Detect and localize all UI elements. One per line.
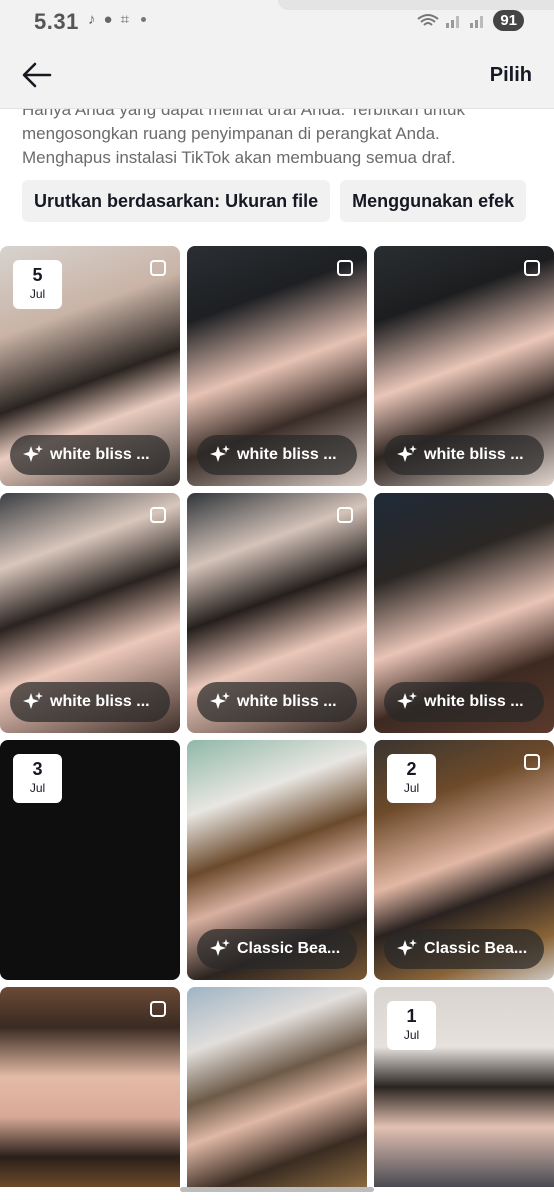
draft-tile[interactable]: 1 Jul [374,987,554,1187]
date-day: 1 [406,1006,417,1026]
date-month: Jul [29,287,46,301]
date-day: 5 [32,265,43,285]
sparkle-icon [397,445,417,462]
sparkle-icon [23,445,43,462]
filter-chips: Urutkan berdasarkan: Ukuran file Menggun… [22,180,527,222]
effect-pill: white bliss ... [10,682,170,722]
draft-tile[interactable]: 3 Jul [0,740,180,980]
effect-pill: Classic Bea... [197,929,357,969]
drafts-notice-container: Hanya Anda yang dapat melihat draf Anda.… [0,109,554,169]
notice-line-3: Menghapus instalasi TikTok akan membuang… [22,148,456,167]
effect-label: Classic Bea... [424,940,528,957]
arrow-left-icon[interactable] [20,60,54,90]
drafts-notice: Hanya Anda yang dapat melihat draf Anda.… [22,109,542,169]
sparkle-icon [210,445,230,462]
draft-tile[interactable]: Classic Bea... [187,740,367,980]
sort-by-filesize-chip[interactable]: Urutkan berdasarkan: Ukuran file [22,180,331,222]
date-month: Jul [29,781,46,795]
select-checkbox[interactable] [150,260,166,276]
sparkle-icon [210,692,230,709]
date-badge: 1 Jul [387,1001,436,1050]
select-checkbox[interactable] [337,507,353,523]
effect-pill: white bliss ... [197,682,357,722]
sparkle-icon [397,692,417,709]
draft-tile[interactable]: 5 Jul white bliss ... [0,246,180,486]
select-checkbox[interactable] [150,507,166,523]
draft-tile[interactable]: white bliss ... [187,246,367,486]
effect-label: Classic Bea... [237,940,341,957]
sparkle-icon [210,939,230,956]
battery-indicator: 91 [493,10,524,31]
chat-bubble-icon: ● [103,11,113,28]
top-nav-bar: Pilih [0,44,554,109]
select-checkbox[interactable] [337,260,353,276]
draft-tile[interactable] [0,987,180,1187]
more-dot-icon [141,17,147,22]
effect-label: white bliss ... [424,446,524,463]
select-checkbox[interactable] [150,1001,166,1017]
using-effect-chip[interactable]: Menggunakan efek [340,180,527,222]
signal-icon-2 [470,15,484,28]
effect-label: white bliss ... [424,693,524,710]
top-pill [278,0,554,10]
effect-pill: white bliss ... [384,435,544,475]
signal-icon [446,15,460,28]
effect-label: white bliss ... [237,446,337,463]
status-notification-icons: ♪ ● ⌗ [88,11,147,28]
date-badge: 2 Jul [387,754,436,803]
select-button[interactable]: Pilih [490,64,532,87]
draft-tile[interactable]: white bliss ... [374,246,554,486]
draft-thumbnail [187,987,367,1187]
effect-label: white bliss ... [50,693,150,710]
effect-pill: Classic Bea... [384,929,544,969]
notice-line-1: Hanya Anda yang dapat melihat draf Anda.… [22,109,465,119]
notice-line-2: mengosongkan ruang penyimpanan di perang… [22,124,440,143]
draft-tile[interactable]: 2 Jul Classic Bea... [374,740,554,980]
draft-tile[interactable]: white bliss ... [0,493,180,733]
sparkle-icon [23,692,43,709]
effect-label: white bliss ... [50,446,150,463]
date-month: Jul [403,781,420,795]
effect-label: white bliss ... [237,693,337,710]
status-right: 91 [417,10,524,31]
status-time: 5.31 [34,9,79,34]
date-badge: 3 Jul [13,754,62,803]
home-indicator[interactable] [180,1187,374,1192]
draft-tile[interactable] [187,987,367,1187]
date-badge: 5 Jul [13,260,62,309]
effect-pill: white bliss ... [197,435,357,475]
wifi-icon [417,13,439,26]
draft-tile[interactable]: white bliss ... [374,493,554,733]
select-checkbox[interactable] [524,754,540,770]
screenshot-icon: ⌗ [120,11,130,28]
date-month: Jul [403,1028,420,1042]
select-checkbox[interactable] [524,260,540,276]
sparkle-icon [397,939,417,956]
date-day: 2 [406,759,417,779]
draft-tile[interactable]: white bliss ... [187,493,367,733]
effect-pill: white bliss ... [10,435,170,475]
effect-pill: white bliss ... [384,682,544,722]
status-bar: 5.31 ♪ ● ⌗ 91 [0,0,554,44]
tiktok-icon: ♪ [88,11,96,28]
date-day: 3 [32,759,43,779]
draft-thumbnail [0,987,180,1187]
